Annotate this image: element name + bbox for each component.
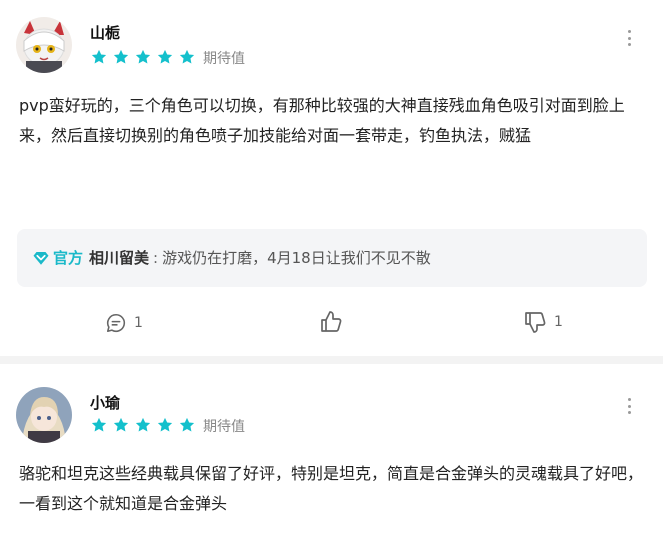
review-card: 小瑜 期待值 骆驼和坦克这些经典载具保留了好评，特别是坦克，简直是合金弹头的灵魂… (0, 364, 663, 534)
official-label: 官方 (53, 249, 84, 267)
star-icon (134, 416, 152, 434)
star-rating (90, 48, 196, 66)
review-card: 山栀 期待值 pvp蛮好玩的，三个角色可以切换，有那种比较强的大神直接残血角色吸… (0, 0, 663, 356)
star-icon (178, 416, 196, 434)
star-icon (112, 416, 130, 434)
star-icon (178, 48, 196, 66)
star-rating (90, 416, 196, 434)
avatar[interactable] (16, 17, 72, 73)
comment-count: 1 (134, 315, 143, 331)
star-icon (112, 48, 130, 66)
rating-label: 期待值 (203, 51, 245, 67)
star-icon (156, 48, 174, 66)
comment-icon (105, 312, 127, 334)
star-icon (156, 416, 174, 434)
username[interactable]: 小瑜 (90, 392, 120, 413)
comment-button[interactable]: 1 (105, 312, 143, 334)
review-body: pvp蛮好玩的，三个角色可以切换，有那种比较强的大神直接残血角色吸引对面到脸上来… (19, 96, 625, 145)
star-icon (90, 48, 108, 66)
dislike-button[interactable]: 1 (523, 310, 563, 334)
thumbs-up-icon (319, 310, 343, 334)
dislike-count: 1 (554, 314, 563, 330)
reply-separator: : (153, 248, 159, 267)
avatar[interactable] (16, 387, 72, 443)
review-actions: 1 1 (0, 306, 663, 338)
star-icon (90, 416, 108, 434)
rating-label: 期待值 (203, 419, 245, 435)
thumbs-down-icon (523, 310, 547, 334)
like-button[interactable] (319, 310, 343, 334)
developer-reply: 官方 相川留美 : 游戏仍在打磨，4月18日让我们不见不散 (17, 229, 647, 287)
more-vertical-icon[interactable] (622, 28, 636, 48)
review-body: 骆驼和坦克这些经典载具保留了好评，特别是坦克，简直是合金弹头的灵魂载具了好吧，一… (19, 464, 644, 513)
developer-name[interactable]: 相川留美 (89, 247, 149, 268)
official-badge-icon (32, 249, 50, 267)
star-icon (134, 48, 152, 66)
username[interactable]: 山栀 (90, 22, 120, 43)
more-vertical-icon[interactable] (622, 396, 636, 416)
reply-line: 官方 相川留美 : 游戏仍在打磨，4月18日让我们不见不散 (32, 247, 431, 268)
reply-text: 游戏仍在打磨，4月18日让我们不见不散 (162, 249, 431, 267)
section-divider (0, 356, 663, 364)
